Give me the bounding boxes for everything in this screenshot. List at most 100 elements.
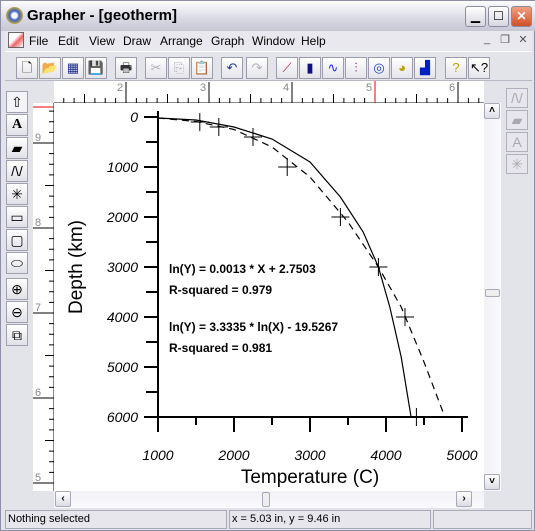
maximize-button[interactable]: ☐ [488, 6, 509, 27]
fit-annotation: R-squared = 0.979 [169, 283, 272, 297]
fit-annotation: ln(Y) = 0.0013 * X + 2.7503 [169, 262, 316, 276]
doc-restore-button[interactable]: ❐ [497, 33, 513, 47]
bar-chart-icon: ▮ [306, 60, 314, 75]
polygon-tool-tool-button[interactable]: ▰ [6, 137, 28, 159]
data-point-cross [278, 158, 297, 176]
zoom-in-icon: ⊕ [11, 281, 23, 297]
cut-icon: ✂ [150, 60, 162, 75]
minimize-button[interactable]: ▁ [465, 6, 486, 27]
open-folder-icon: 📂 [41, 60, 59, 75]
scroll-right-button[interactable]: › [456, 491, 472, 507]
bar-chart-button[interactable]: ▮ [299, 57, 321, 79]
print-icon: 🖶 [119, 60, 133, 75]
zoom-page-tool-button[interactable]: ⧉ [6, 324, 28, 346]
menu-window[interactable]: Window [252, 34, 295, 48]
grapher-window: Grapher - [geotherm] ▁ ☐ ✕ File Edit View D… [0, 0, 535, 531]
data-point-cross [331, 208, 350, 226]
paste-button[interactable]: 📋 [191, 57, 213, 79]
polyline-tool-icon: /\/ [11, 163, 23, 179]
zoom-out-icon: ⊖ [11, 304, 23, 320]
rounded-rectangle-tool-tool-button[interactable]: ▢ [6, 229, 28, 251]
text-properties-button[interactable]: A [506, 132, 528, 152]
line-graph-icon: ⟋ [282, 60, 292, 75]
line-graph-button[interactable]: ⟋ [276, 57, 298, 79]
x-tick-label: 4000 [370, 447, 401, 463]
hilo-plot-button[interactable]: ⫶ [345, 57, 367, 79]
status-bar: Nothing selected x = 5.03 in, y = 9.46 i… [5, 510, 532, 529]
redo-button[interactable]: ↷ [246, 57, 268, 79]
menu-view[interactable]: View [89, 34, 115, 48]
context-help-icon: ↖? [469, 60, 489, 75]
ruler-label: 3 [200, 82, 206, 94]
scroll-left-button[interactable]: ‹ [55, 491, 71, 507]
hilo-plot-icon: ⫶ [354, 60, 358, 75]
open-folder-button[interactable]: 📂 [39, 57, 61, 79]
paste-icon: 📋 [193, 60, 211, 75]
rectangle-tool-tool-button[interactable]: ▭ [6, 206, 28, 228]
polar-plot-button[interactable]: ◎ [368, 57, 390, 79]
fill-properties-button[interactable]: ▰ [506, 110, 528, 130]
undo-button[interactable]: ↶ [221, 57, 243, 79]
status-cursor-position: x = 5.03 in, y = 9.46 in [229, 510, 431, 529]
menu-arrange[interactable]: Arrange [160, 34, 203, 48]
symbol-properties-button[interactable]: ✳ [506, 154, 528, 174]
x-tick-label: 3000 [294, 447, 325, 463]
pie-chart-icon: ◕ [398, 60, 406, 75]
menu-file[interactable]: File [29, 34, 48, 48]
polar-plot-icon: ◎ [373, 60, 385, 75]
doc-minimize-button[interactable]: _ [479, 33, 495, 47]
vertical-scroll-thumb[interactable] [485, 289, 500, 297]
y-tick-label: 3000 [107, 259, 138, 275]
function-plot-icon: ∿ [327, 60, 339, 75]
status-selection: Nothing selected [5, 510, 227, 529]
context-help-button[interactable]: ↖? [468, 57, 490, 79]
plot-canvas[interactable]: 0 1000 2000 3000 4000 5000 6000 1000 2000 3000 400… [54, 103, 484, 491]
new-file-button[interactable]: 🗋 [16, 57, 38, 79]
undo-icon: ↶ [226, 60, 238, 75]
doc-close-button[interactable]: ✕ [515, 33, 531, 47]
ruler-label: 9 [35, 132, 41, 144]
zoom-out-tool-button[interactable]: ⊖ [6, 301, 28, 323]
ruler-label: 8 [35, 217, 41, 229]
print-button[interactable]: 🖶 [115, 57, 137, 79]
title-bar[interactable]: Grapher - [geotherm] ▁ ☐ ✕ [1, 1, 535, 31]
vertical-scrollbar[interactable]: ˄ ˅ [484, 103, 501, 491]
rounded-rectangle-tool-icon: ▢ [10, 232, 24, 248]
horizontal-ruler: 2 3 4 5 6 [54, 81, 484, 103]
function-plot-button[interactable]: ∿ [322, 57, 344, 79]
menu-draw[interactable]: Draw [123, 34, 151, 48]
menu-edit[interactable]: Edit [58, 34, 79, 48]
pie-chart-button[interactable]: ◕ [391, 57, 413, 79]
scroll-down-button[interactable]: ˅ [484, 474, 500, 490]
symbol-tool-tool-button[interactable]: ✳ [6, 183, 28, 205]
cut-button[interactable]: ✂ [145, 57, 167, 79]
worksheet-button[interactable]: ▦ [62, 57, 84, 79]
properties-toolbar: /\/ ▰ A ✳ [506, 88, 530, 176]
menu-graph[interactable]: Graph [211, 34, 244, 48]
symbol-tool-icon: ✳ [11, 186, 23, 202]
help-button[interactable]: ? [445, 57, 467, 79]
drawing-toolbar: ⇧ A ▰ /\/ ✳ ▭ ▢ ⬭ ⊕ ⊖ ⧉ [6, 91, 32, 347]
text-tool-tool-button[interactable]: A [6, 114, 28, 136]
close-button[interactable]: ✕ [511, 6, 532, 27]
histogram-button[interactable]: ▟ [414, 57, 436, 79]
menu-help[interactable]: Help [301, 34, 326, 48]
copy-button[interactable]: ⎘ [168, 57, 190, 79]
ruler-label: 5 [366, 82, 372, 94]
polyline-tool-tool-button[interactable]: /\/ [6, 160, 28, 182]
ruler-label: 4 [283, 82, 289, 94]
document-icon[interactable] [8, 32, 24, 48]
zoom-page-icon: ⧉ [12, 327, 22, 343]
horizontal-scroll-thumb[interactable] [262, 492, 270, 507]
line-properties-button[interactable]: /\/ [506, 88, 528, 108]
y-tick-label: 0 [130, 109, 138, 125]
zoom-in-tool-button[interactable]: ⊕ [6, 278, 28, 300]
save-button[interactable]: 💾 [85, 57, 107, 79]
x-tick-label: 5000 [446, 447, 477, 463]
ruler-label: 6 [35, 387, 41, 399]
geotherm-chart: 0 1000 2000 3000 4000 5000 6000 1000 2000 3000 400… [66, 109, 478, 488]
ellipse-tool-tool-button[interactable]: ⬭ [6, 252, 28, 274]
scroll-up-button[interactable]: ˄ [484, 103, 500, 119]
horizontal-scrollbar[interactable]: ‹ › [54, 491, 484, 508]
select-arrow-tool-button[interactable]: ⇧ [6, 91, 28, 113]
